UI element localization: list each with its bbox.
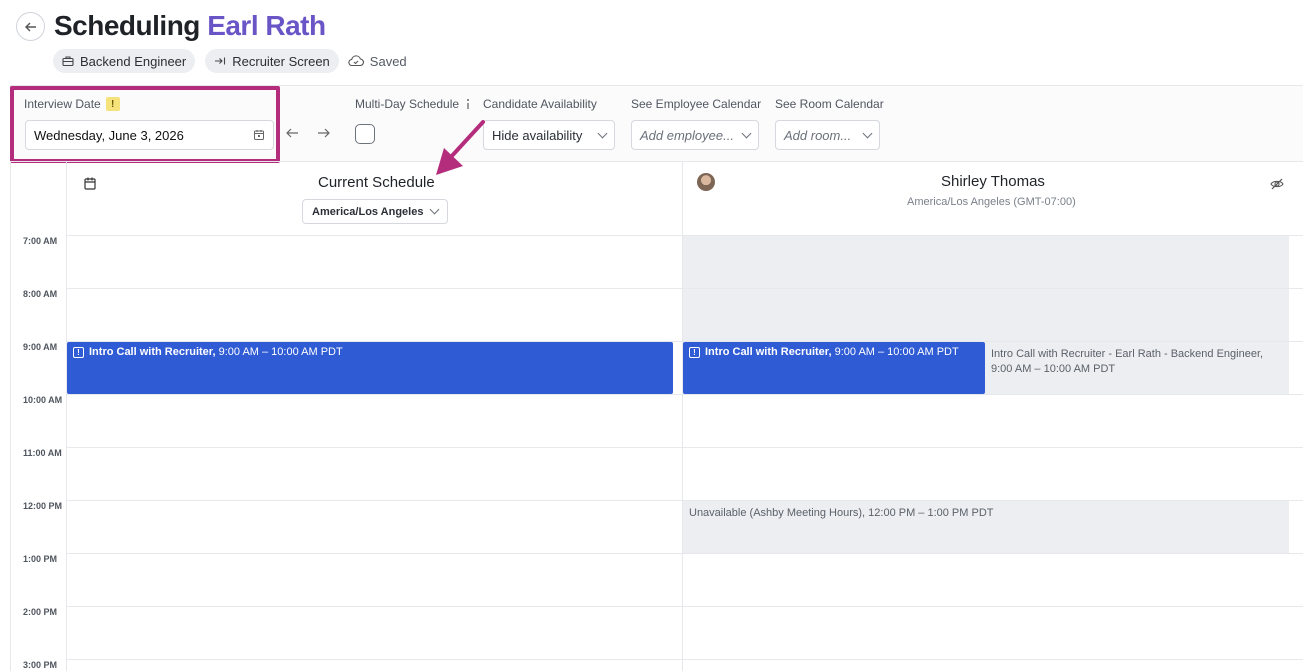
candidate-availability-select[interactable]: Hide availability: [483, 120, 615, 150]
employee-timezone: America/Los Angeles (GMT-07:00): [907, 196, 1076, 208]
event-time: 9:00 AM – 10:00 AM PDT: [991, 363, 1116, 375]
employee-name: Shirley Thomas: [941, 173, 1045, 190]
hour-line: [67, 606, 1303, 607]
alert-icon: !: [73, 347, 84, 358]
time-label: 2:00 PM: [23, 607, 58, 617]
time-gutter-divider: [66, 162, 67, 671]
job-chip[interactable]: Backend Engineer: [53, 49, 196, 73]
time-label: 3:00 PM: [23, 660, 58, 670]
room-calendar-placeholder: Add room...: [784, 127, 852, 143]
saved-label: Saved: [369, 53, 407, 69]
time-label: 1:00 PM: [23, 554, 58, 564]
page-title: Scheduling Earl Rath: [54, 10, 326, 42]
time-label: 8:00 AM: [23, 289, 58, 299]
arrow-left-icon: [286, 128, 298, 138]
title-prefix: Scheduling: [54, 10, 200, 41]
employee-calendar-label: See Employee Calendar: [631, 97, 762, 111]
candidate-name[interactable]: Earl Rath: [207, 10, 326, 41]
column-divider: [682, 162, 683, 671]
event-unavailable[interactable]: Unavailable (Ashby Meeting Hours), 12:00…: [683, 501, 1289, 553]
event-time: 9:00 AM – 10:00 AM PDT: [834, 346, 959, 358]
multi-day-checkbox[interactable]: [355, 124, 375, 144]
event-intro-call-existing[interactable]: Intro Call with Recruiter - Earl Rath - …: [985, 342, 1289, 394]
header-chips: Backend Engineer Recruiter Screen Saved: [53, 49, 407, 73]
previous-day-button[interactable]: [285, 126, 299, 144]
stage-chip[interactable]: Recruiter Screen: [205, 49, 339, 73]
avatar: [697, 173, 715, 191]
calendar-icon: [84, 177, 96, 190]
cloud-check-icon: [348, 55, 364, 67]
event-intro-call-employee[interactable]: ! Intro Call with Recruiter, 9:00 AM – 1…: [683, 342, 985, 394]
chevron-down-icon: [741, 128, 752, 138]
next-day-button[interactable]: [317, 126, 331, 144]
employee-calendar-placeholder: Add employee...: [640, 127, 734, 143]
event-intro-call-current[interactable]: ! Intro Call with Recruiter, 9:00 AM – 1…: [67, 342, 673, 394]
chevron-down-icon: [862, 128, 873, 138]
time-label: 12:00 PM: [23, 501, 63, 511]
stage-chip-label: Recruiter Screen: [232, 53, 330, 69]
schedule-calendar: Current Schedule America/Los Angeles Shi…: [10, 161, 1303, 671]
timezone-value: America/Los Angeles: [312, 205, 424, 218]
briefcase-icon: [62, 56, 74, 67]
chevron-down-icon: [429, 204, 440, 215]
current-schedule-title: Current Schedule: [318, 174, 435, 191]
multi-day-label-text: Multi-Day Schedule: [355, 97, 460, 111]
arrow-right-icon: [318, 128, 330, 138]
job-chip-label: Backend Engineer: [80, 53, 187, 69]
chevron-down-icon: [597, 128, 608, 138]
event-title: Intro Call with Recruiter,: [89, 346, 216, 358]
time-label: 11:00 AM: [23, 448, 62, 458]
room-calendar-select[interactable]: Add room...: [775, 120, 880, 150]
hour-line: [67, 394, 1303, 395]
event-time: 12:00 PM – 1:00 PM PDT: [868, 507, 994, 519]
hour-line: [67, 553, 1303, 554]
event-title: Intro Call with Recruiter - Earl Rath - …: [991, 348, 1264, 360]
event-title: Intro Call with Recruiter,: [705, 346, 832, 358]
time-label: 10:00 AM: [23, 395, 63, 405]
back-button[interactable]: [16, 12, 45, 41]
timezone-select[interactable]: America/Los Angeles: [302, 199, 448, 224]
multi-day-label: Multi-Day Schedule: [355, 97, 472, 111]
annotation-highlight-box: [10, 86, 280, 163]
eye-off-icon[interactable]: [1270, 178, 1284, 190]
info-icon[interactable]: [464, 98, 472, 110]
event-title: Unavailable (Ashby Meeting Hours),: [689, 507, 866, 519]
candidate-availability-label: Candidate Availability: [483, 97, 597, 111]
alert-icon: !: [689, 347, 700, 358]
candidate-availability-value: Hide availability: [492, 127, 583, 143]
time-label: 7:00 AM: [23, 236, 58, 246]
hour-line: [67, 288, 1303, 289]
time-label: 9:00 AM: [23, 342, 58, 352]
hour-line: [67, 447, 1303, 448]
employee-calendar-select[interactable]: Add employee...: [631, 120, 759, 150]
saved-status: Saved: [348, 54, 407, 69]
hour-line: [67, 235, 1303, 236]
hour-line: [67, 659, 1303, 660]
room-calendar-label: See Room Calendar: [775, 97, 884, 111]
event-time: 9:00 AM – 10:00 AM PDT: [218, 346, 343, 358]
stage-arrow-icon: [215, 57, 226, 65]
arrow-left-icon: [24, 22, 36, 31]
